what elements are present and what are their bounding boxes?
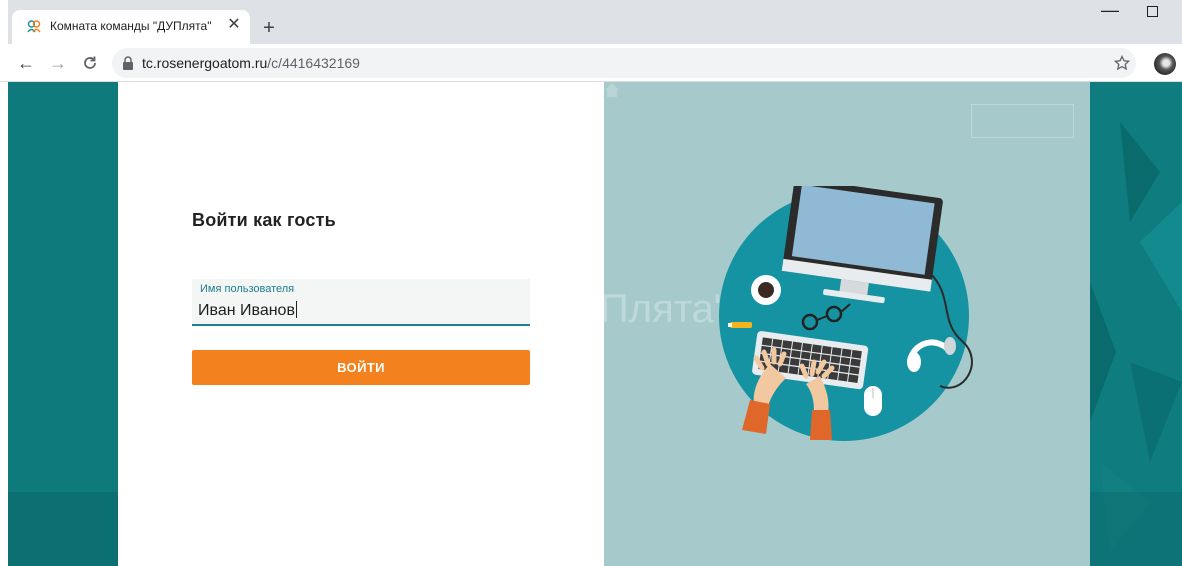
- browser-toolbar: ← → tc.rosenergoatom.ru/c/4416432169: [0, 44, 1182, 82]
- reload-icon[interactable]: [78, 51, 102, 75]
- illustration-panel: Плята": [604, 82, 1090, 566]
- favicon-icon: [27, 20, 41, 33]
- forward-arrow-icon[interactable]: →: [46, 51, 70, 75]
- browser-tab[interactable]: Комната команды "ДУПлята" ✕: [12, 10, 250, 44]
- username-label: Имя пользователя: [200, 283, 295, 295]
- username-field[interactable]: Имя пользователя Иван Иванов: [192, 279, 530, 326]
- maximize-icon[interactable]: [1147, 6, 1158, 17]
- tab-title: Комната команды "ДУПлята": [50, 19, 212, 33]
- star-icon[interactable]: [1114, 55, 1130, 71]
- url-text[interactable]: tc.rosenergoatom.ru/c/4416432169: [142, 55, 360, 71]
- login-button[interactable]: ВОЙТИ: [192, 350, 530, 385]
- back-arrow-icon[interactable]: ←: [14, 51, 38, 75]
- background-left: [8, 82, 118, 566]
- background-right: [1090, 82, 1182, 566]
- avatar[interactable]: [1154, 53, 1176, 75]
- window-edge: [0, 0, 8, 44]
- room-title-background: Плята": [604, 287, 729, 331]
- background-login-box: [971, 104, 1074, 138]
- close-icon[interactable]: ✕: [225, 16, 243, 34]
- username-value: Иван Иванов: [198, 302, 295, 319]
- text-caret: [295, 301, 297, 318]
- window-edge-left: [0, 82, 8, 566]
- page-title: Войти как гость: [192, 210, 336, 230]
- browser-tabstrip: Комната команды "ДУПлята" ✕ + —: [0, 0, 1182, 44]
- username-input[interactable]: Иван Иванов: [198, 301, 297, 320]
- home-icon: [605, 83, 619, 97]
- url-path: /c/4416432169: [267, 55, 360, 71]
- address-bar[interactable]: tc.rosenergoatom.ru/c/4416432169: [112, 48, 1136, 78]
- page-content: Войти как гость Имя пользователя Иван Ив…: [0, 82, 1182, 566]
- guest-login-panel: Войти как гость Имя пользователя Иван Ив…: [118, 82, 604, 566]
- plus-icon[interactable]: +: [258, 18, 280, 40]
- minimize-icon[interactable]: —: [1098, 0, 1122, 20]
- url-host: tc.rosenergoatom.ru: [142, 55, 268, 71]
- workspace-illustration: [719, 186, 973, 441]
- lock-icon[interactable]: [122, 56, 134, 70]
